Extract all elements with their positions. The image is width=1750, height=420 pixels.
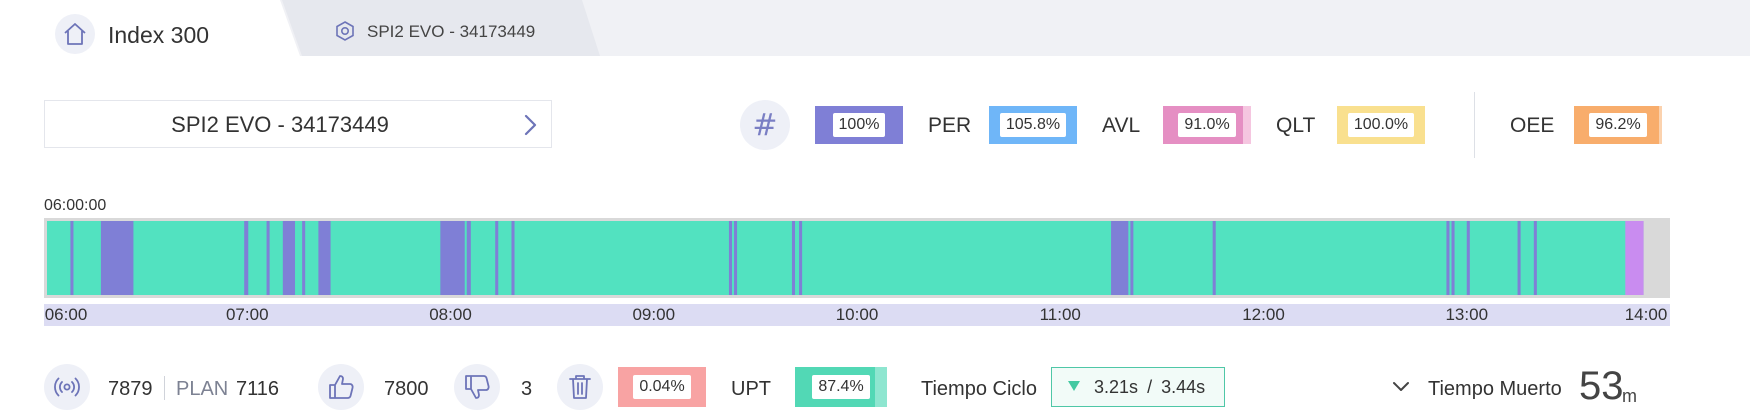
timeline-stop-segment[interactable]	[1130, 221, 1134, 295]
tiempo-muerto-unit: m	[1622, 386, 1637, 406]
metric-oee-value: 96.2%	[1589, 113, 1647, 137]
timeline-stop-segment[interactable]	[734, 221, 738, 295]
chevron-down-icon[interactable]	[1390, 380, 1412, 394]
timeline-stop-segment[interactable]	[799, 221, 803, 295]
timeline-start-time: 06:00:00	[44, 197, 107, 214]
timeline-axis-tick-label: 06:00	[44, 305, 88, 324]
timeline-stop-segment[interactable]	[1111, 221, 1129, 295]
tiempo-muerto-label: Tiempo Muerto	[1428, 378, 1562, 400]
metric-total-box: 100%	[815, 106, 903, 144]
timeline-axis-tick-label: 12:00	[1242, 305, 1285, 324]
bad-count: 3	[521, 378, 533, 400]
upt-box: 87.4%	[795, 367, 887, 407]
thumbs-up-icon	[329, 375, 354, 399]
metric-per-box: 105.8%	[989, 106, 1077, 144]
plan-label: PLAN	[176, 378, 229, 400]
upt-value: 87.4%	[812, 375, 870, 399]
good-button[interactable]	[318, 364, 364, 410]
metric-qlt-box: 100.0%	[1337, 106, 1425, 144]
scrap-button[interactable]	[557, 364, 603, 410]
timeline-stop-segment[interactable]	[440, 221, 465, 295]
timeline-stop-segment[interactable]	[282, 221, 296, 295]
hash-button[interactable]: #	[740, 100, 790, 150]
timeline-stop-segment[interactable]	[791, 221, 796, 295]
home-button[interactable]	[55, 14, 95, 54]
chevron-right-icon	[524, 114, 537, 136]
timeline-stop-segment[interactable]	[1446, 221, 1450, 295]
trash-icon	[569, 375, 591, 399]
metric-qlt-value: 100.0%	[1347, 113, 1415, 137]
timeline-stop-segment[interactable]	[266, 221, 270, 295]
timeline-stop-segment[interactable]	[302, 221, 306, 295]
timeline-stop-segment[interactable]	[70, 221, 74, 295]
timeline-stop-segment[interactable]	[466, 221, 471, 295]
scrap-rate-box: 0.04%	[618, 367, 706, 407]
bad-button[interactable]	[454, 364, 500, 410]
tiempo-ciclo-separator: /	[1147, 377, 1153, 397]
timeline-axis-tick-label: 07:00	[225, 305, 269, 324]
metric-per-label: PER	[928, 114, 972, 137]
signal-button[interactable]	[44, 364, 90, 410]
timeline-axis-tick-label: 13:00	[1445, 305, 1489, 324]
tiempo-ciclo-label: Tiempo Ciclo	[921, 378, 1037, 400]
stat-divider	[164, 376, 165, 400]
timeline-axis-tick-label: 09:00	[632, 305, 676, 324]
timeline-stop-segment[interactable]	[1451, 221, 1455, 295]
tiempo-ciclo-box: 3.21s / 3.44s	[1051, 367, 1225, 407]
machine-name: SPI2 EVO - 34173449	[171, 112, 389, 137]
tiempo-ciclo-values: 3.21s / 3.44s	[1094, 377, 1205, 398]
upt-label: UPT	[731, 378, 771, 400]
metric-avl-value: 91.0%	[1178, 113, 1236, 137]
produced-count: 7879	[108, 378, 153, 400]
machine-selector[interactable]: SPI2 EVO - 34173449	[44, 100, 552, 148]
timeline-stop-segment[interactable]	[100, 221, 134, 295]
tab-machine-label: SPI2 EVO - 34173449	[367, 22, 536, 41]
good-count: 7800	[384, 378, 429, 400]
tiempo-ciclo-actual: 3.21s	[1094, 377, 1139, 397]
timeline-axis-tick-label: 10:00	[835, 305, 879, 324]
signal-icon	[54, 377, 80, 397]
timeline-stop-segment[interactable]	[318, 221, 331, 295]
tiempo-muerto-value: 53	[1579, 364, 1624, 408]
timeline-stop-segment[interactable]	[244, 221, 249, 295]
timeline-stop-segment[interactable]	[728, 221, 733, 295]
scrap-rate-value: 0.04%	[633, 375, 691, 399]
timeline-stop-segment[interactable]	[495, 221, 499, 295]
tiempo-ciclo-target: 3.44s	[1161, 377, 1206, 397]
metric-divider	[1474, 92, 1475, 158]
metric-avl-label: AVL	[1102, 114, 1141, 137]
metric-avl-box: 91.0%	[1163, 106, 1251, 144]
metric-oee-box: 96.2%	[1574, 106, 1662, 144]
timeline-chart[interactable]	[44, 218, 1670, 298]
metric-total-value: 100%	[832, 113, 886, 137]
timeline-stop-segment[interactable]	[1212, 221, 1216, 295]
timeline-alert-segment[interactable]	[1625, 221, 1644, 295]
timeline-axis-tick-label: 14:00	[1624, 305, 1668, 324]
thumbs-down-icon	[465, 375, 490, 399]
timeline-stop-segment[interactable]	[1517, 221, 1521, 295]
metric-oee-label: OEE	[1510, 114, 1555, 137]
timeline-stop-segment[interactable]	[1466, 221, 1470, 295]
plan-value: 7116	[236, 378, 280, 400]
hexagon-icon	[336, 21, 354, 41]
tab-index-label: Index 300	[108, 22, 210, 48]
timeline-stop-segment[interactable]	[1533, 221, 1537, 295]
metric-qlt-label: QLT	[1276, 114, 1316, 137]
timeline-axis-tick-label: 08:00	[429, 305, 472, 324]
home-icon	[64, 23, 86, 45]
timeline-stop-segment[interactable]	[511, 221, 515, 295]
triangle-down-icon	[1068, 381, 1080, 391]
metric-per-value: 105.8%	[999, 113, 1067, 137]
hash-icon: #	[752, 107, 778, 143]
timeline-axis-tick-label: 11:00	[1039, 305, 1081, 324]
